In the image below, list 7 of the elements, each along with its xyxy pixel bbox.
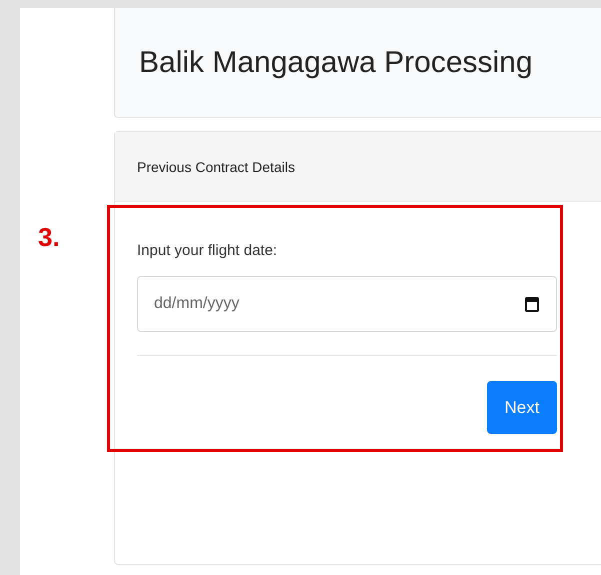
date-field[interactable]: dd/mm/yyyy (137, 276, 557, 332)
card-title: Previous Contract Details (137, 158, 295, 174)
field-label: Input your flight date: (137, 242, 278, 259)
page-title: Balik Mangagawa Processing (139, 46, 533, 80)
calendar-icon[interactable] (525, 296, 539, 312)
next-button[interactable]: Next (487, 381, 557, 434)
step-number: 3. (38, 222, 60, 253)
